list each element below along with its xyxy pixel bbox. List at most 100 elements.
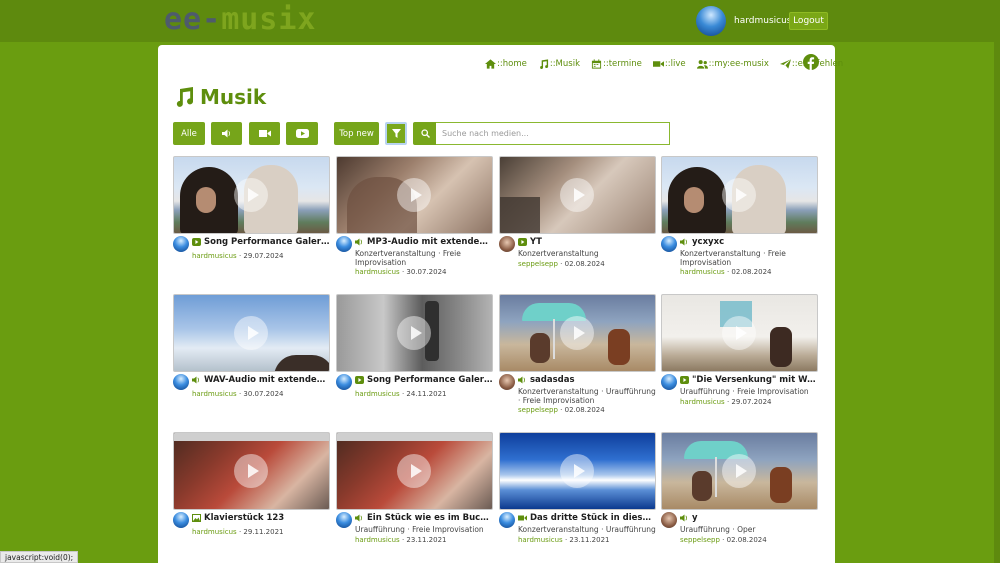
media-thumbnail[interactable] — [661, 294, 818, 372]
nav-live[interactable]: ::live — [652, 59, 686, 69]
card-meta: hardmusicus · 23.11.2021 — [518, 536, 610, 544]
volume-icon — [680, 238, 687, 246]
card-title[interactable]: ycxyxc — [680, 237, 818, 247]
card-user[interactable]: seppelsepp — [680, 536, 720, 544]
card-title[interactable]: "Die Versenkung" mit Woo... — [680, 375, 818, 385]
nav-termine[interactable]: ::termine — [591, 59, 642, 69]
card-avatar[interactable] — [499, 236, 515, 252]
volume-icon — [680, 514, 687, 522]
card-title[interactable]: Klavierstück 123 — [192, 513, 330, 523]
card-category: Konzertveranstaltung — [518, 249, 599, 258]
nav-home[interactable]: ::home — [485, 59, 527, 69]
filter-youtube-button[interactable] — [286, 122, 318, 145]
image-icon — [192, 514, 201, 522]
card-user[interactable]: hardmusicus — [355, 536, 400, 544]
card-date: 02.08.2024 — [731, 268, 772, 276]
card-avatar[interactable] — [173, 374, 189, 390]
card-title[interactable]: Das dritte Stück in diese... — [518, 513, 656, 523]
play-icon[interactable] — [722, 316, 756, 350]
play-icon[interactable] — [560, 178, 594, 212]
site-logo[interactable]: ee-musix — [164, 2, 317, 37]
card-meta: seppelsepp · 02.08.2024 — [518, 406, 605, 414]
card-avatar[interactable] — [173, 236, 189, 252]
card-avatar[interactable] — [336, 236, 352, 252]
card-avatar[interactable] — [499, 374, 515, 390]
filter-toggle-button[interactable] — [385, 122, 407, 145]
filter-video-button[interactable] — [249, 122, 280, 145]
media-thumbnail[interactable] — [173, 294, 330, 372]
card-title[interactable]: Song Performance Galerie... — [192, 237, 330, 247]
media-thumbnail[interactable] — [661, 156, 818, 234]
card-user[interactable]: hardmusicus — [680, 268, 725, 276]
volume-icon — [355, 238, 362, 246]
card-category: Konzertveranstaltung · Uraufführung — [518, 525, 656, 534]
card-title[interactable]: MP3-Audio mit extended Me... — [355, 237, 493, 247]
card-title[interactable]: sadasdas — [518, 375, 656, 385]
play-icon[interactable] — [234, 316, 268, 350]
play-icon[interactable] — [234, 454, 268, 488]
card-title[interactable]: Ein Stück wie es im Buche... — [355, 513, 493, 523]
card-avatar[interactable] — [173, 512, 189, 528]
volume-icon — [518, 376, 525, 384]
card-category: Konzertveranstaltung · Freie Improvisati… — [680, 249, 786, 267]
logout-button[interactable]: Logout — [789, 12, 828, 30]
media-thumbnail[interactable] — [336, 294, 493, 372]
card-user[interactable]: hardmusicus — [355, 268, 400, 276]
card-date: 29.07.2024 — [731, 398, 772, 406]
user-menu[interactable]: hardmusicus — [696, 6, 791, 36]
media-thumbnail[interactable] — [499, 294, 656, 372]
play-icon[interactable] — [397, 178, 431, 212]
card-user[interactable]: hardmusicus — [355, 390, 400, 398]
play-icon[interactable] — [722, 178, 756, 212]
facebook-icon[interactable] — [803, 54, 819, 70]
media-thumbnail[interactable] — [499, 432, 656, 510]
card-title[interactable]: WAV-Audio mit extended Me... — [192, 375, 330, 385]
play-icon[interactable] — [560, 454, 594, 488]
card-title[interactable]: y — [680, 513, 818, 523]
media-thumbnail[interactable] — [173, 432, 330, 510]
card-user[interactable]: hardmusicus — [192, 390, 237, 398]
card-title[interactable]: YT — [518, 237, 656, 247]
play-icon[interactable] — [234, 178, 268, 212]
filter-all-button[interactable]: Alle — [173, 122, 205, 145]
play-icon[interactable] — [722, 454, 756, 488]
play-icon[interactable] — [397, 454, 431, 488]
card-meta: seppelsepp · 02.08.2024 — [680, 536, 767, 544]
card-avatar[interactable] — [336, 512, 352, 528]
card-user[interactable]: seppelsepp — [518, 406, 558, 414]
users-icon — [696, 60, 708, 69]
card-user[interactable]: seppelsepp — [518, 260, 558, 268]
card-avatar[interactable] — [499, 512, 515, 528]
card-avatar[interactable] — [336, 374, 352, 390]
card-meta: hardmusicus · 24.11.2021 — [355, 390, 447, 398]
nav-musik[interactable]: ::Musik — [538, 59, 580, 69]
media-thumbnail[interactable] — [661, 432, 818, 510]
media-thumbnail[interactable] — [336, 156, 493, 234]
card-title[interactable]: Song Performance Galerie... — [355, 375, 493, 385]
card-avatar[interactable] — [661, 512, 677, 528]
user-avatar[interactable] — [696, 6, 726, 36]
media-thumbnail[interactable] — [173, 156, 330, 234]
youtube-icon — [518, 238, 527, 246]
card-avatar[interactable] — [661, 374, 677, 390]
card-meta: seppelsepp · 02.08.2024 — [518, 260, 605, 268]
card-user[interactable]: hardmusicus — [680, 398, 725, 406]
top-new-button[interactable]: Top new — [334, 122, 379, 145]
search-input[interactable]: Suche nach medien... — [436, 122, 670, 145]
card-user[interactable]: hardmusicus — [192, 252, 237, 260]
card-user[interactable]: hardmusicus — [192, 528, 237, 536]
search-button[interactable] — [413, 122, 437, 145]
card-category: Konzertveranstaltung · Freie Improvisati… — [355, 249, 461, 267]
play-icon[interactable] — [560, 316, 594, 350]
media-thumbnail[interactable] — [336, 432, 493, 510]
card-avatar[interactable] — [661, 236, 677, 252]
nav-my-ee-musix[interactable]: ::my:ee-musix — [696, 59, 769, 69]
card-date: 29.11.2021 — [243, 528, 284, 536]
card-user[interactable]: hardmusicus — [518, 536, 563, 544]
card-meta: hardmusicus · 30.07.2024 — [355, 268, 447, 276]
filter-audio-button[interactable] — [211, 122, 242, 145]
media-thumbnail[interactable] — [499, 156, 656, 234]
volume-icon — [192, 376, 199, 384]
username[interactable]: hardmusicus — [734, 16, 791, 26]
play-icon[interactable] — [397, 316, 431, 350]
